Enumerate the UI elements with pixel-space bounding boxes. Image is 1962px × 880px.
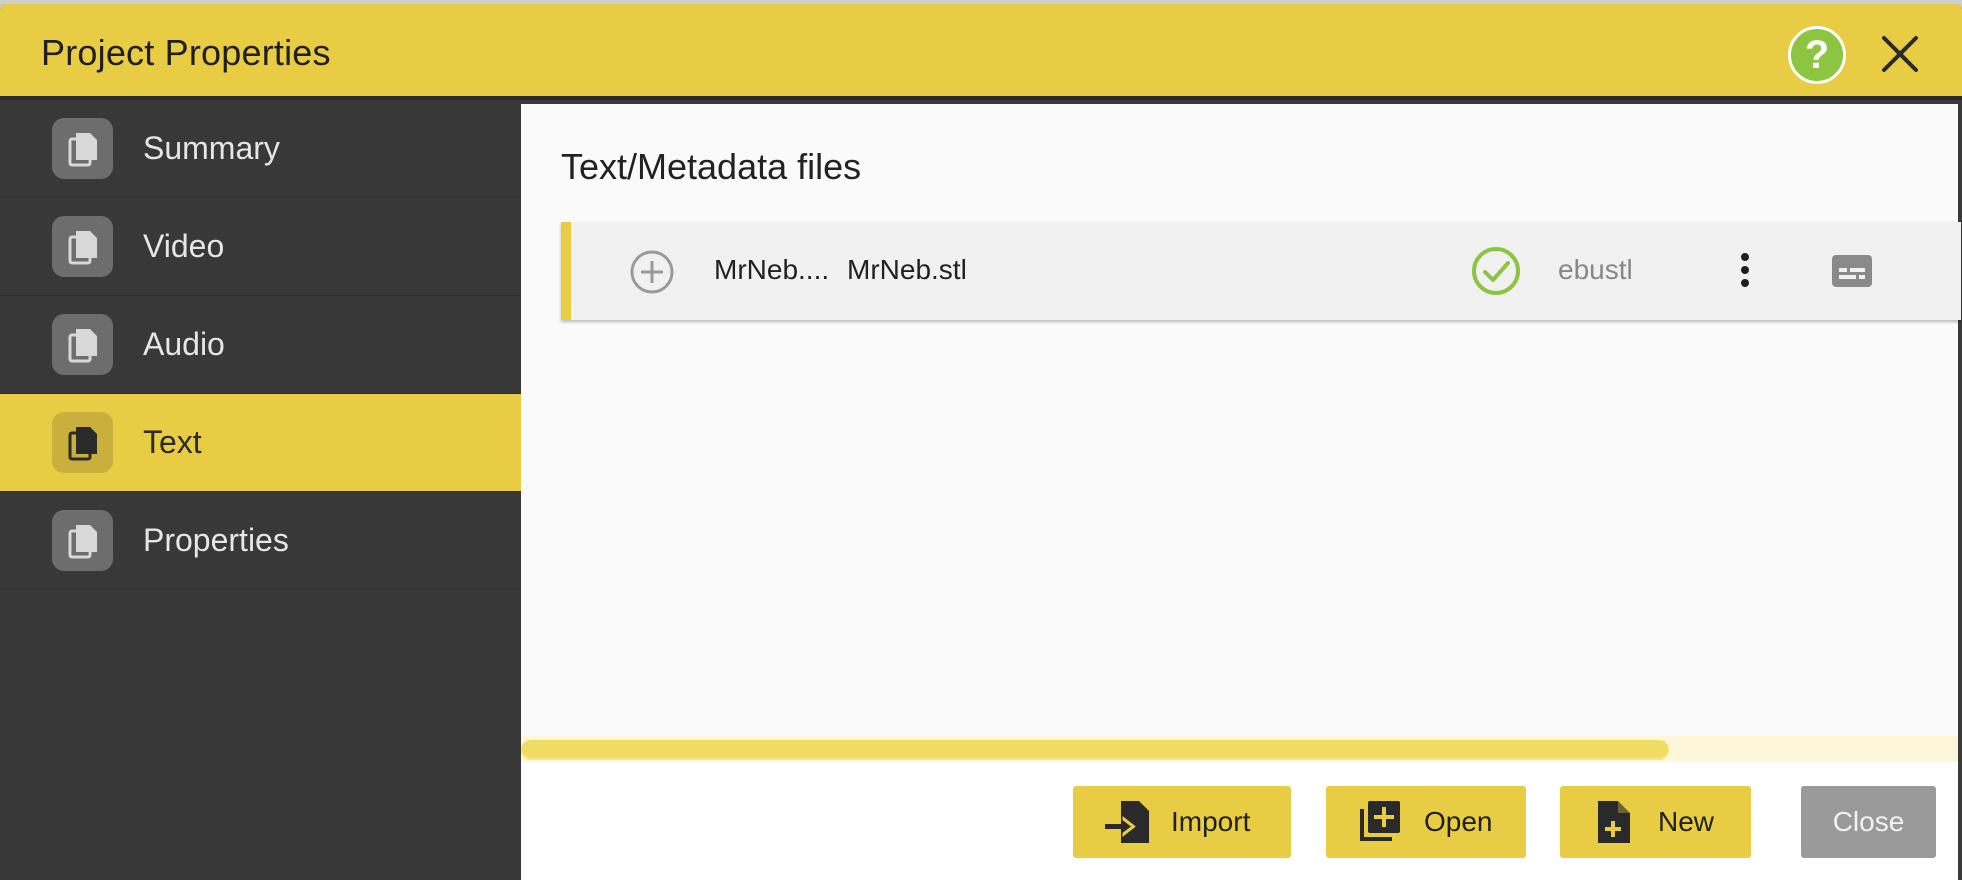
sidebar-item-summary[interactable]: Summary (0, 100, 521, 198)
more-vertical-icon[interactable] (1739, 252, 1751, 288)
close-icon[interactable] (1880, 34, 1920, 74)
import-file-icon (1105, 801, 1149, 843)
help-button[interactable]: ? (1788, 26, 1846, 84)
dialog-titlebar: Project Properties ? (0, 4, 1962, 100)
copy-icon (52, 216, 113, 277)
copy-icon (52, 510, 113, 571)
import-button[interactable]: Import (1073, 786, 1291, 858)
new-label: New (1658, 806, 1715, 837)
sidebar-item-text[interactable]: Text (0, 394, 521, 492)
file-row[interactable]: MrNeb.... MrNeb.stl ebustl (561, 222, 1961, 320)
horizontal-scrollbar[interactable] (521, 736, 1958, 762)
library-add-icon (1360, 801, 1400, 841)
copy-icon (52, 412, 113, 473)
check-circle-icon (1472, 247, 1520, 295)
sidebar-item-label: Video (143, 228, 225, 264)
open-label: Open (1424, 806, 1493, 837)
dialog-footer: Import Open New Close (521, 762, 1958, 880)
main-panel: Text/Metadata files MrNeb.... MrNeb.stl … (521, 104, 1961, 880)
section-title: Text/Metadata files (561, 146, 862, 187)
sidebar-item-label: Properties (143, 522, 289, 558)
file-name: MrNeb.stl (847, 254, 967, 285)
copy-icon (52, 118, 113, 179)
sidebar: Summary Video Audio Text Properties (0, 100, 521, 880)
new-file-icon (1598, 801, 1630, 843)
close-label: Close (1832, 806, 1905, 837)
copy-icon (52, 314, 113, 375)
project-properties-dialog: Project Properties ? Summary Video Audio… (0, 4, 1962, 880)
import-label: Import (1171, 806, 1251, 837)
sidebar-item-audio[interactable]: Audio (0, 296, 521, 394)
dialog-title: Project Properties (41, 32, 331, 73)
question-icon: ? (1804, 32, 1830, 77)
scrollbar-thumb[interactable] (521, 740, 1669, 760)
plus-circle-icon[interactable] (629, 249, 675, 295)
sidebar-item-label: Summary (143, 130, 280, 166)
file-name-short: MrNeb.... (714, 254, 830, 285)
file-format: ebustl (1558, 254, 1633, 285)
close-button[interactable]: Close (1801, 786, 1936, 858)
sidebar-item-properties[interactable]: Properties (0, 492, 521, 590)
sidebar-item-label: Audio (143, 326, 225, 362)
subtitles-icon[interactable] (1831, 254, 1873, 288)
sidebar-item-label: Text (143, 424, 202, 460)
sidebar-item-video[interactable]: Video (0, 198, 521, 296)
new-button[interactable]: New (1560, 786, 1751, 858)
open-button[interactable]: Open (1326, 786, 1526, 858)
